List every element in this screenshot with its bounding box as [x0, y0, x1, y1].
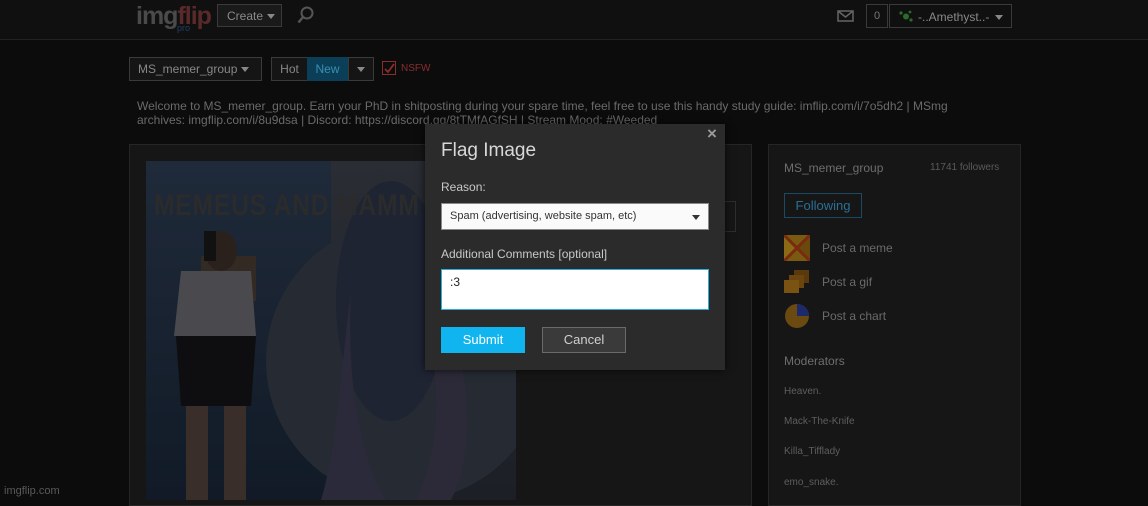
mail-icon[interactable] [837, 10, 854, 22]
post-gif-link[interactable]: Post a gif [822, 275, 872, 289]
sidebar-group-name[interactable]: MS_memer_group [784, 161, 883, 175]
chevron-down-icon [995, 15, 1003, 20]
checkmark-icon [384, 63, 395, 74]
cancel-button[interactable]: Cancel [542, 327, 626, 353]
imgflip-watermark: imgflip.com [4, 485, 60, 497]
sort-more-button[interactable] [348, 57, 374, 81]
comments-textarea[interactable]: :3 [441, 269, 709, 310]
reason-label: Reason: [441, 180, 486, 194]
moderators-title: Moderators [784, 354, 845, 368]
moderator-link[interactable]: Heaven. [784, 386, 821, 397]
nsfw-checkbox[interactable] [382, 61, 396, 75]
sort-hot-button[interactable]: Hot [271, 57, 307, 81]
sort-hot-label: Hot [280, 62, 299, 76]
logo-img-text: img [136, 2, 178, 30]
follower-count: 11741 followers [930, 162, 1000, 173]
chevron-down-icon [267, 14, 276, 20]
chart-icon [785, 304, 809, 328]
notification-count[interactable]: 0 [866, 4, 888, 28]
chevron-down-icon [357, 67, 365, 73]
logo-pro-badge: pro [177, 23, 191, 33]
search-icon[interactable] [297, 6, 315, 25]
sort-new-label: New [315, 62, 340, 76]
reason-select-value: Spam (advertising, website spam, etc) [450, 210, 637, 222]
comments-label: Additional Comments [optional] [441, 247, 608, 261]
user-menu[interactable]: -..Amethyst..- [889, 4, 1012, 28]
dialog-title: Flag Image [441, 140, 537, 161]
imgflip-logo[interactable]: imgflip [136, 2, 212, 31]
post-chart-link[interactable]: Post a chart [822, 309, 886, 323]
create-button[interactable]: Create [217, 4, 282, 27]
submit-button[interactable]: Submit [441, 327, 525, 353]
following-button[interactable]: Following [784, 193, 862, 218]
post-meme-link[interactable]: Post a meme [822, 241, 893, 255]
username: -..Amethyst..- [918, 10, 990, 24]
meme-icon [784, 235, 810, 261]
group-select-value: MS_memer_group [138, 62, 238, 76]
reason-select[interactable]: Spam (advertising, website spam, etc) [441, 203, 709, 230]
sort-new-button[interactable]: New [307, 57, 348, 81]
meme-caption: MEMEUS AND MAMM [154, 189, 420, 222]
group-select[interactable]: MS_memer_group [129, 57, 262, 81]
nsfw-label: NSFW [401, 63, 431, 74]
chevron-down-icon [241, 67, 250, 73]
user-avatar-icon [899, 10, 913, 22]
chevron-down-icon [692, 215, 700, 220]
moderator-link[interactable]: emo_snake. [784, 477, 838, 488]
moderator-link[interactable]: Mack-The-Knife [784, 416, 855, 427]
create-label: Create [227, 9, 264, 23]
group-description: Welcome to MS_memer_group. Earn your PhD… [137, 99, 948, 127]
gif-icon [784, 270, 809, 293]
close-icon[interactable]: × [707, 124, 717, 144]
moderator-link[interactable]: Killa_Tifflady [784, 446, 840, 457]
